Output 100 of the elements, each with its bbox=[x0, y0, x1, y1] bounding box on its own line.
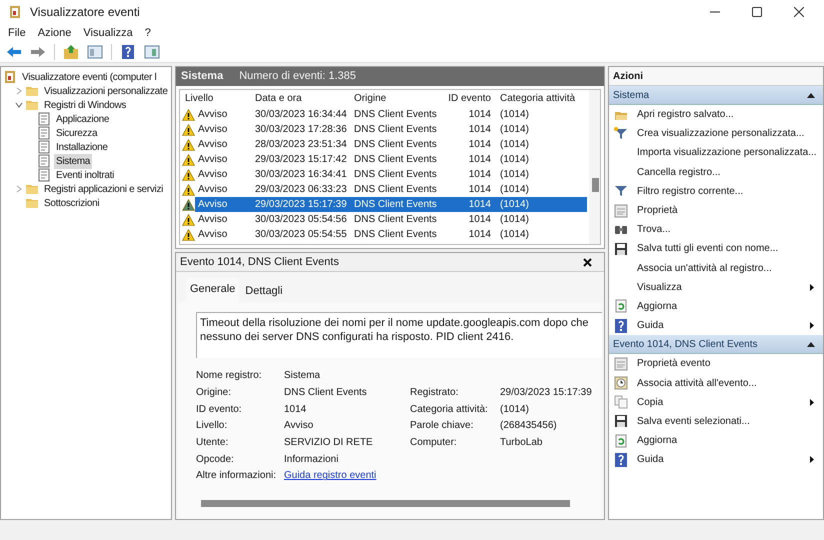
action-item[interactable]: Filtro registro corrente... bbox=[609, 182, 823, 201]
log-icon bbox=[37, 126, 51, 140]
field-value: Sistema bbox=[284, 369, 320, 384]
copy-icon bbox=[614, 395, 628, 410]
action-item[interactable]: Aggiorna bbox=[609, 296, 823, 316]
section-header[interactable]: Sistema bbox=[609, 86, 823, 105]
field-label: Altre informazioni: bbox=[196, 469, 278, 484]
field-label: Nome registro: bbox=[196, 369, 263, 384]
action-item[interactable]: Copia bbox=[609, 392, 823, 412]
action-item[interactable]: Associa attività all'evento... bbox=[609, 373, 823, 393]
table-cell-text: 1014 bbox=[468, 153, 492, 167]
menu-item[interactable]: Visualizza bbox=[79, 24, 137, 42]
tree-item[interactable]: Visualizzazioni personalizzate bbox=[42, 84, 170, 98]
table-cell-text: 30/03/2023 05:54:56 bbox=[254, 213, 348, 227]
action-item[interactable]: Associa un'attività al registro... bbox=[609, 258, 823, 278]
action-item[interactable]: Importa visualizzazione personalizzata... bbox=[609, 143, 823, 163]
warning-icon bbox=[182, 154, 195, 166]
close-icon[interactable] bbox=[794, 7, 804, 17]
table-cell-text: 1014 bbox=[468, 213, 492, 227]
action-item[interactable]: Cancella registro... bbox=[609, 162, 823, 182]
forward-arrow-icon[interactable] bbox=[30, 44, 46, 60]
expand-caret-icon[interactable] bbox=[15, 87, 23, 95]
tab[interactable]: Dettagli bbox=[241, 279, 287, 302]
event-count: Numero di eventi: 1.385 bbox=[239, 69, 356, 84]
table-cell-text: 1014 bbox=[468, 108, 492, 122]
maximize-icon[interactable] bbox=[752, 7, 762, 17]
app-icon bbox=[8, 5, 22, 19]
event-row[interactable]: Avviso 28/03/2023 23:51:34 DNS Client Events 1014 (1014) bbox=[195, 137, 587, 152]
action-item[interactable]: Apri registro salvato... bbox=[609, 105, 823, 124]
column-header[interactable]: Data e ora bbox=[252, 91, 351, 106]
action-item[interactable]: Guida bbox=[609, 316, 823, 336]
column-header[interactable]: Origine bbox=[351, 91, 443, 106]
field-value: (268435456) bbox=[500, 419, 557, 434]
action-item[interactable]: Proprietà bbox=[609, 200, 823, 220]
event-row[interactable]: Avviso 30/03/2023 16:34:41 DNS Client Events 1014 (1014) bbox=[195, 167, 587, 182]
collapse-caret-icon[interactable] bbox=[15, 101, 23, 109]
table-cell-text: 28/03/2023 23:51:34 bbox=[254, 138, 348, 152]
tree-item[interactable]: Sottoscrizioni bbox=[42, 196, 102, 210]
action-item[interactable]: Proprietà evento bbox=[609, 354, 823, 374]
table-cell-text: (1014) bbox=[499, 138, 530, 152]
folder-up-icon[interactable] bbox=[63, 44, 79, 60]
tree-item[interactable]: Sicurezza bbox=[54, 126, 100, 140]
action-item[interactable]: Aggiorna bbox=[609, 431, 823, 450]
field-value: SERVIZIO DI RETE bbox=[284, 436, 373, 450]
tree-item[interactable]: Registri di Windows bbox=[42, 98, 128, 112]
action-item[interactable]: Salva eventi selezionati... bbox=[609, 412, 823, 431]
properties-icon bbox=[614, 204, 628, 218]
pane-icon[interactable] bbox=[144, 44, 160, 60]
table-cell-text: DNS Client Events bbox=[353, 183, 438, 197]
action-item[interactable]: Guida bbox=[609, 450, 823, 470]
section-header[interactable]: Evento 1014, DNS Client Events bbox=[609, 335, 823, 354]
event-row[interactable]: Avviso 29/03/2023 06:33:23 DNS Client Events 1014 (1014) bbox=[195, 182, 587, 197]
tab[interactable]: Generale bbox=[186, 278, 240, 302]
table-cell-text: 30/03/2023 16:34:44 bbox=[254, 108, 348, 122]
log-icon bbox=[37, 112, 51, 126]
table-cell-text: Avviso bbox=[197, 198, 228, 212]
pane-icon[interactable] bbox=[87, 44, 103, 60]
column-header[interactable]: Livello bbox=[182, 91, 252, 106]
help-icon bbox=[614, 318, 628, 333]
tree-item[interactable]: Sistema bbox=[54, 154, 92, 168]
tree-item[interactable]: Registri applicazioni e servizi bbox=[42, 182, 166, 196]
tree-item[interactable]: Applicazione bbox=[54, 112, 112, 126]
column-header[interactable]: Categoria attività bbox=[497, 91, 587, 106]
action-item[interactable]: Salva tutti gli eventi con nome... bbox=[609, 239, 823, 258]
event-row[interactable]: Avviso 30/03/2023 17:28:36 DNS Client Events 1014 (1014) bbox=[195, 122, 587, 137]
table-cell-text: (1014) bbox=[499, 213, 530, 227]
horizontal-scrollbar[interactable] bbox=[201, 500, 570, 507]
tree-item[interactable]: Installazione bbox=[54, 140, 110, 154]
log-icon bbox=[37, 154, 51, 168]
help-link[interactable]: Guida registro eventi bbox=[284, 468, 376, 484]
table-cell-text: (1014) bbox=[499, 168, 530, 182]
event-row[interactable]: Avviso 29/03/2023 15:17:39 DNS Client Events 1014 (1014) bbox=[195, 197, 587, 212]
menu-item[interactable]: File bbox=[4, 24, 30, 42]
expand-caret-icon[interactable] bbox=[15, 185, 23, 193]
back-arrow-icon[interactable] bbox=[6, 44, 22, 60]
funnel-icon bbox=[614, 126, 628, 141]
menu-item[interactable]: Azione bbox=[34, 24, 76, 42]
close-icon[interactable] bbox=[583, 258, 592, 266]
scrollbar[interactable] bbox=[589, 90, 600, 244]
warning-icon bbox=[182, 124, 195, 136]
tree-item[interactable]: Visualizzatore eventi (computer l bbox=[20, 70, 158, 84]
event-row[interactable]: Avviso 30/03/2023 16:34:44 DNS Client Events 1014 (1014) bbox=[195, 107, 587, 122]
action-item[interactable]: Crea visualizzazione personalizzata... bbox=[609, 124, 823, 144]
table-cell-text: Avviso bbox=[197, 153, 228, 167]
action-item[interactable]: Trova... bbox=[609, 220, 823, 240]
event-row[interactable]: Avviso 29/03/2023 15:17:42 DNS Client Events 1014 (1014) bbox=[195, 152, 587, 167]
action-item[interactable]: Visualizza bbox=[609, 278, 823, 297]
detail-title: Evento 1014, DNS Client Events bbox=[180, 254, 340, 270]
table-cell-text: DNS Client Events bbox=[353, 198, 438, 212]
tree-item[interactable]: Eventi inoltrati bbox=[54, 168, 116, 182]
warning-icon bbox=[182, 214, 195, 226]
field-label: Parole chiave: bbox=[410, 419, 474, 434]
menu-item[interactable]: ? bbox=[140, 24, 155, 42]
funnel-icon bbox=[614, 184, 628, 198]
table-cell-text: 29/03/2023 15:17:39 bbox=[254, 198, 348, 212]
column-header[interactable]: ID evento bbox=[443, 91, 497, 106]
event-row[interactable]: Avviso 30/03/2023 05:54:55 DNS Client Events 1014 (1014) bbox=[195, 227, 587, 242]
help-icon[interactable] bbox=[120, 44, 136, 60]
event-row[interactable]: Avviso 30/03/2023 05:54:56 DNS Client Events 1014 (1014) bbox=[195, 212, 587, 227]
refresh-icon bbox=[614, 434, 628, 448]
